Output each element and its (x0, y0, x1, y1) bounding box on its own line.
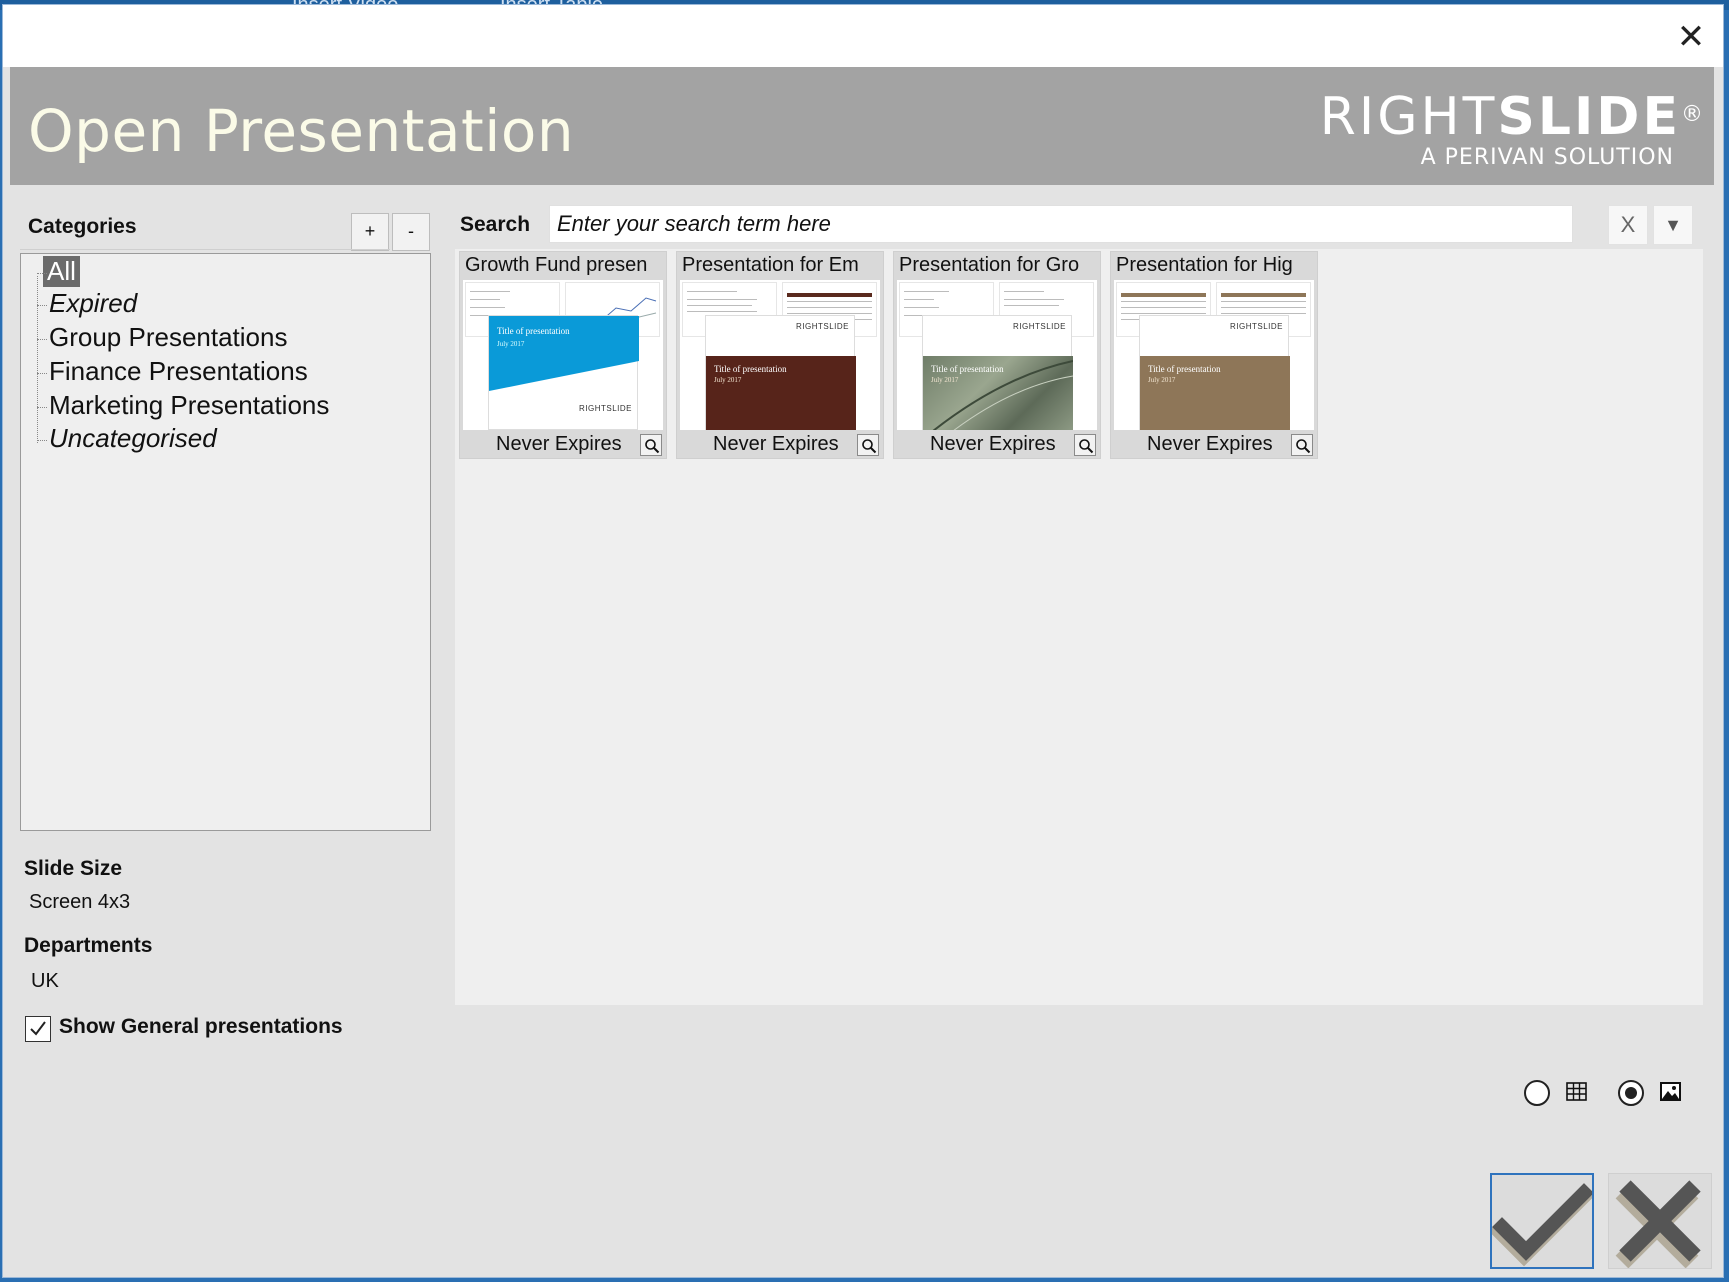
thumb-date-text: July 2017 (714, 376, 742, 384)
clear-search-button[interactable]: X (1608, 205, 1648, 245)
thumb-logo-text: RIGHTSLIDE (795, 322, 849, 331)
search-options-dropdown[interactable]: ▼ (1653, 205, 1693, 245)
search-input[interactable]: Enter your search term here (549, 205, 1573, 243)
thumb-logo-text: RIGHTSLIDE (1012, 322, 1066, 331)
logo-wordmark: RIGHTSLIDE® (1306, 91, 1706, 143)
title-bar: ✕ (3, 5, 1723, 67)
show-general-label: Show General presentations (59, 1015, 343, 1038)
presentation-card[interactable]: Presentation for Em RIGHTSLIDE Title of … (676, 251, 884, 459)
cancel-button[interactable] (1608, 1173, 1712, 1269)
slide-size-label: Slide Size (24, 857, 123, 880)
presentation-title: Presentation for Hig (1116, 254, 1293, 276)
presentation-thumbnail: Title of presentation July 2017 RIGHTSLI… (463, 280, 663, 430)
open-presentation-dialog: ✕ Open Presentation RIGHTSLIDE® A PERIVA… (2, 4, 1724, 1278)
expiry-label: Never Expires (1147, 433, 1273, 455)
logo-light-text: RIGHT (1319, 87, 1498, 147)
logo-bold-text: SLIDE (1497, 87, 1681, 147)
checkmark-icon (30, 1021, 46, 1036)
category-item-marketing-presentations[interactable]: Marketing Presentations (36, 390, 329, 421)
thumb-date-text: July 2017 (931, 376, 959, 384)
ok-button[interactable] (1488, 1173, 1594, 1269)
thumb-title-slide: RIGHTSLIDE Title of presentation July 20… (922, 315, 1073, 430)
card-footer: Never Expires (894, 432, 1100, 458)
remove-category-button[interactable]: - (392, 213, 430, 251)
category-item-uncategorised[interactable]: Uncategorised (37, 423, 217, 454)
presentation-card[interactable]: Growth Fund presen Title of presentation… (459, 251, 667, 459)
checkmark-icon (1488, 1183, 1594, 1267)
logo-tagline: A PERIVAN SOLUTION (1420, 145, 1674, 170)
thumb-title-text: Title of presentation (1148, 364, 1221, 374)
presentation-thumbnail: RIGHTSLIDE Title of presentation July 20… (897, 280, 1097, 430)
presentation-title: Growth Fund presen (465, 254, 648, 276)
categories-tree[interactable]: All Expired Group Presentations Finance … (20, 253, 431, 831)
category-item-group-presentations[interactable]: Group Presentations (36, 322, 287, 353)
thumbnail-view-radio[interactable] (1618, 1080, 1644, 1106)
tree-connector (37, 276, 38, 443)
zoom-icon[interactable] (857, 434, 879, 456)
thumb-title-slide: RIGHTSLIDE Title of presentation July 20… (705, 315, 856, 430)
presentation-thumbnail: RIGHTSLIDE Title of presentation July 20… (680, 280, 880, 430)
card-footer: Never Expires (1111, 432, 1317, 458)
presentation-card[interactable]: Presentation for Hig RIGHTSLIDE Title of… (1110, 251, 1318, 459)
grid-view-radio[interactable] (1524, 1080, 1550, 1106)
close-icon[interactable]: ✕ (1669, 17, 1713, 61)
thumb-logo-text: RIGHTSLIDE (1229, 322, 1283, 331)
expiry-label: Never Expires (713, 433, 839, 455)
category-item-expired[interactable]: Expired (36, 288, 137, 319)
presentation-title: Presentation for Em (682, 254, 859, 276)
departments-value: UK (31, 970, 59, 992)
header-banner: Open Presentation RIGHTSLIDE® A PERIVAN … (10, 67, 1714, 185)
add-category-button[interactable]: + (351, 213, 389, 251)
show-general-checkbox[interactable] (25, 1016, 51, 1042)
card-footer: Never Expires (677, 432, 883, 458)
departments-label: Departments (24, 934, 153, 957)
category-item-finance-presentations[interactable]: Finance Presentations (37, 356, 308, 387)
thumb-title-text: Title of presentation (931, 364, 1004, 374)
thumb-title-slide: Title of presentation July 2017 RIGHTSLI… (488, 315, 639, 430)
slide-size-value: Screen 4x3 (29, 891, 131, 913)
grid-icon (1565, 1080, 1589, 1104)
registered-mark: ® (1681, 102, 1706, 127)
search-label: Search (460, 213, 531, 236)
categories-header: Categories (28, 215, 137, 238)
thumb-title-text: Title of presentation (497, 326, 570, 336)
category-item-all[interactable]: All (37, 256, 80, 287)
thumb-logo-text: RIGHTSLIDE (578, 404, 632, 413)
zoom-icon[interactable] (640, 434, 662, 456)
thumb-title-text: Title of presentation (714, 364, 787, 374)
thumb-date-text: July 2017 (497, 340, 525, 348)
zoom-icon[interactable] (1291, 434, 1313, 456)
page-title: Open Presentation (28, 97, 575, 165)
image-icon (1659, 1080, 1683, 1104)
presentation-card[interactable]: Presentation for Gro RIGHTSLIDE Title of… (893, 251, 1101, 459)
presentations-grid: Growth Fund presen Title of presentation… (455, 249, 1703, 1005)
expiry-label: Never Expires (930, 433, 1056, 455)
presentation-title: Presentation for Gro (899, 254, 1080, 276)
expiry-label: Never Expires (496, 433, 622, 455)
presentation-thumbnail: RIGHTSLIDE Title of presentation July 20… (1114, 280, 1314, 430)
categories-divider (20, 249, 390, 250)
rightslide-logo: RIGHTSLIDE® A PERIVAN SOLUTION (1306, 91, 1706, 171)
thumb-title-slide: RIGHTSLIDE Title of presentation July 20… (1139, 315, 1290, 430)
cancel-x-icon (1615, 1180, 1701, 1269)
thumb-date-text: July 2017 (1148, 376, 1176, 384)
zoom-icon[interactable] (1074, 434, 1096, 456)
card-footer: Never Expires (460, 432, 666, 458)
